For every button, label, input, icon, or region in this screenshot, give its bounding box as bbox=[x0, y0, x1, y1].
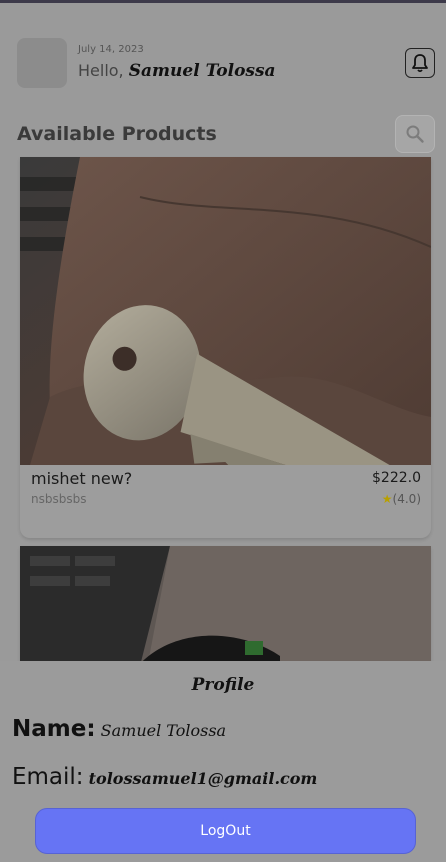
search-button[interactable] bbox=[395, 115, 435, 153]
name-row: Name: Samuel Tolossa bbox=[12, 716, 226, 742]
section-title: Available Products bbox=[17, 123, 217, 145]
notification-button[interactable] bbox=[405, 48, 435, 78]
profile-bottom-sheet: Profile Name: Samuel Tolossa Email: tolo… bbox=[0, 661, 446, 862]
rating-value: (4.0) bbox=[392, 492, 421, 506]
email-label: Email: bbox=[12, 764, 84, 790]
product-description: nsbsbsbs bbox=[31, 492, 87, 506]
product-price: $222.0 bbox=[372, 470, 421, 486]
greeting: Hello, Samuel Tolossa bbox=[78, 61, 276, 81]
avatar[interactable] bbox=[17, 38, 67, 88]
bell-icon bbox=[412, 54, 428, 73]
greeting-text: Hello, bbox=[78, 61, 124, 80]
search-icon bbox=[406, 125, 424, 143]
user-name: Samuel Tolossa bbox=[128, 61, 276, 81]
name-label: Name: bbox=[12, 716, 96, 742]
product-image bbox=[20, 157, 431, 465]
star-icon: ★ bbox=[381, 492, 393, 506]
name-value: Samuel Tolossa bbox=[100, 721, 227, 740]
date-label: July 14, 2023 bbox=[78, 44, 144, 55]
product-card[interactable]: mishet new? nsbsbsbs $222.0 ★(4.0) bbox=[20, 157, 431, 538]
sheet-title: Profile bbox=[191, 675, 255, 695]
email-value: tolossamuel1@gmail.com bbox=[88, 769, 318, 788]
logout-button[interactable]: LogOut bbox=[35, 808, 416, 854]
email-row: Email: tolossamuel1@gmail.com bbox=[12, 764, 317, 790]
product-rating: ★(4.0) bbox=[382, 492, 421, 506]
product-name: mishet new? bbox=[31, 469, 133, 488]
